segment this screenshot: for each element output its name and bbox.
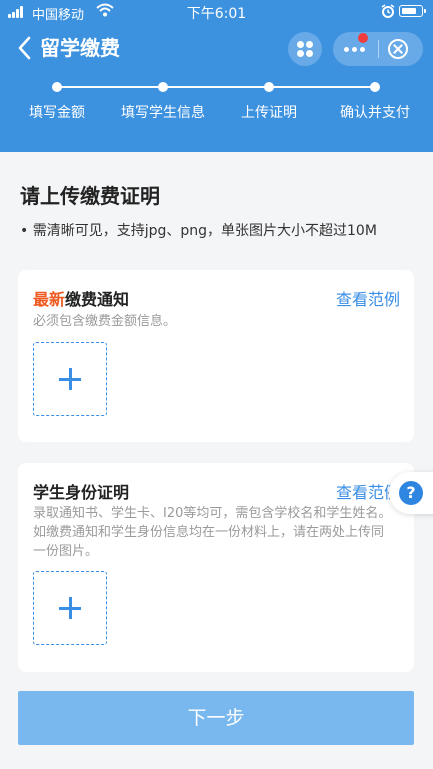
step-dot-4	[370, 82, 380, 92]
status-time: 下午6:01	[186, 6, 247, 22]
card-description: 必须包含缴费金额信息。	[33, 314, 177, 329]
back-arrow-icon[interactable]	[14, 34, 36, 62]
capsule-divider	[378, 40, 379, 58]
card-description: 录取通知书、学生卡、I20等均可，需包含学校名和学生姓名。如缴费通知和学生身份信…	[33, 506, 392, 559]
card-title: 学生身份证明	[33, 483, 130, 502]
help-icon: ?	[399, 481, 423, 505]
step-dot-1	[52, 82, 62, 92]
view-example-link[interactable]: 查看范例	[336, 286, 400, 310]
title-highlight: 最新	[33, 290, 66, 309]
step-label-2: 填写学生信息	[121, 105, 205, 121]
header: 中国移动 下午6:01 留学缴费 填写金额 填写学生信息 上传证明 确认并支付	[0, 0, 433, 152]
plus-icon[interactable]	[33, 571, 107, 645]
battery-icon	[399, 5, 426, 17]
upload-hint: • 需清晰可见，支持jpg、png，单张图片大小不超过10M	[20, 223, 377, 239]
nav-bar: 留学缴费	[0, 26, 433, 70]
section-title: 请上传缴费证明	[20, 184, 160, 208]
notification-dot	[358, 33, 368, 43]
status-bar: 中国移动 下午6:01	[0, 0, 433, 24]
payment-notice-card: 最新缴费通知 查看范例 必须包含缴费金额信息。	[18, 270, 414, 442]
plus-icon[interactable]	[33, 342, 107, 416]
step-dot-3	[264, 82, 274, 92]
card-title: 最新缴费通知	[33, 286, 129, 310]
step-label-1: 填写金额	[29, 105, 85, 121]
grid-icon[interactable]	[288, 32, 322, 66]
mini-program-capsule	[333, 32, 423, 66]
progress-line	[57, 86, 375, 88]
step-label-3: 上传证明	[241, 105, 297, 121]
student-id-card: 学生身份证明 查看范例 录取通知书、学生卡、I20等均可，需包含学校名和学生姓名…	[18, 463, 414, 672]
help-button[interactable]: ?	[389, 472, 433, 514]
next-step-button[interactable]: 下一步	[18, 691, 414, 745]
close-icon[interactable]	[388, 39, 408, 59]
page-title: 留学缴费	[40, 36, 120, 60]
more-icon[interactable]	[333, 32, 377, 66]
title-text: 缴费通知	[65, 290, 130, 309]
step-dot-2	[158, 82, 168, 92]
alarm-icon	[381, 4, 395, 18]
step-label-4: 确认并支付	[340, 105, 410, 121]
